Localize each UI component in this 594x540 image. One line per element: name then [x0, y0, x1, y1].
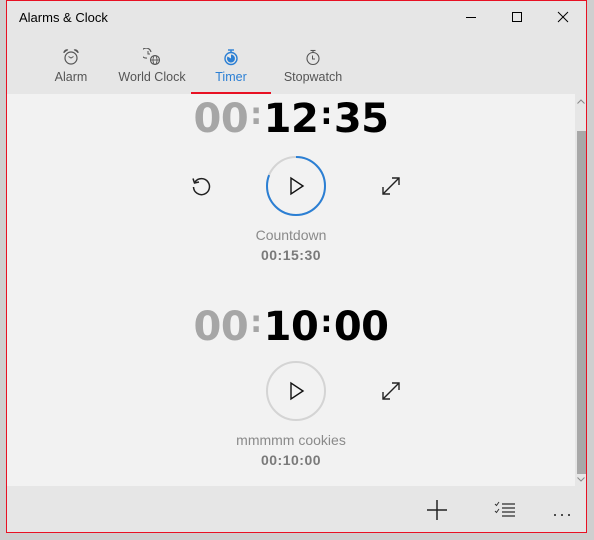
reset-icon: [192, 177, 211, 196]
add-timer-button[interactable]: [417, 494, 457, 526]
reset-button[interactable]: [184, 169, 218, 203]
timer-item[interactable]: 00:12:35 Countdown 00:15:30: [7, 94, 575, 274]
select-timers-button[interactable]: [485, 494, 525, 526]
more-icon: ...: [552, 500, 574, 520]
scroll-down-button[interactable]: [575, 472, 586, 486]
tab-alarm[interactable]: Alarm: [43, 41, 99, 94]
timer-hours: 00: [193, 304, 249, 350]
tab-world-clock[interactable]: World Clock: [115, 41, 189, 94]
vertical-scrollbar[interactable]: [575, 94, 586, 486]
expand-button[interactable]: [374, 169, 408, 203]
expand-icon: [382, 177, 400, 195]
play-button[interactable]: [265, 155, 327, 217]
checklist-icon: [494, 501, 515, 517]
stopwatch-icon: [306, 49, 320, 66]
expand-icon: [382, 382, 400, 400]
tab-stopwatch[interactable]: Stopwatch: [279, 41, 347, 94]
scroll-up-button[interactable]: [575, 94, 586, 108]
tab-label: Timer: [215, 70, 247, 84]
tab-label: World Clock: [118, 70, 186, 84]
close-icon: [557, 11, 569, 23]
tab-label: Alarm: [54, 70, 88, 84]
timer-duration: 00:10:00: [260, 452, 322, 468]
timer-minutes: 10: [263, 304, 319, 350]
timer-remaining: 00:12:35: [193, 96, 389, 142]
command-bar: ...: [7, 486, 586, 532]
play-button[interactable]: [265, 360, 327, 422]
minimize-button[interactable]: [448, 1, 494, 33]
timer-name: Countdown: [255, 227, 327, 243]
timer-minutes: 12: [263, 96, 319, 142]
alarm-clock-icon: [63, 49, 79, 65]
timer-name: mmmmm cookies: [236, 432, 346, 448]
timer-list: 00:12:35 Countdown 00:15:30 00:10:00 mmm…: [7, 94, 575, 486]
timer-hours: 00: [193, 96, 249, 142]
tab-bar: Alarm World Clock Timer Stopwatch: [7, 41, 586, 94]
world-clock-icon: [143, 48, 161, 66]
title-bar: Alarms & Clock: [7, 1, 586, 35]
chevron-down-icon: [577, 476, 585, 482]
timer-item[interactable]: 00:10:00 mmmmm cookies 00:10:00: [7, 294, 575, 479]
plus-icon: [427, 500, 447, 520]
maximize-icon: [512, 12, 522, 22]
scrollbar-thumb[interactable]: [577, 131, 586, 474]
timer-remaining: 00:10:00: [193, 304, 389, 350]
tab-timer[interactable]: Timer: [191, 41, 271, 94]
timer-seconds: 00: [333, 304, 389, 350]
play-icon: [290, 176, 305, 196]
chevron-up-icon: [577, 98, 585, 104]
app-title: Alarms & Clock: [19, 10, 108, 25]
app-window: Alarms & Clock Alarm World Clock Timer S…: [6, 0, 587, 533]
minimize-icon: [466, 17, 476, 18]
close-button[interactable]: [540, 1, 586, 33]
timer-icon: [224, 49, 238, 66]
maximize-button[interactable]: [494, 1, 540, 33]
play-icon: [290, 381, 305, 401]
timer-seconds: 35: [333, 96, 389, 142]
expand-button[interactable]: [374, 374, 408, 408]
tab-label: Stopwatch: [283, 70, 343, 84]
progress-ring-track: [266, 361, 326, 421]
timer-duration: 00:15:30: [260, 247, 322, 263]
more-button[interactable]: ...: [543, 494, 583, 526]
